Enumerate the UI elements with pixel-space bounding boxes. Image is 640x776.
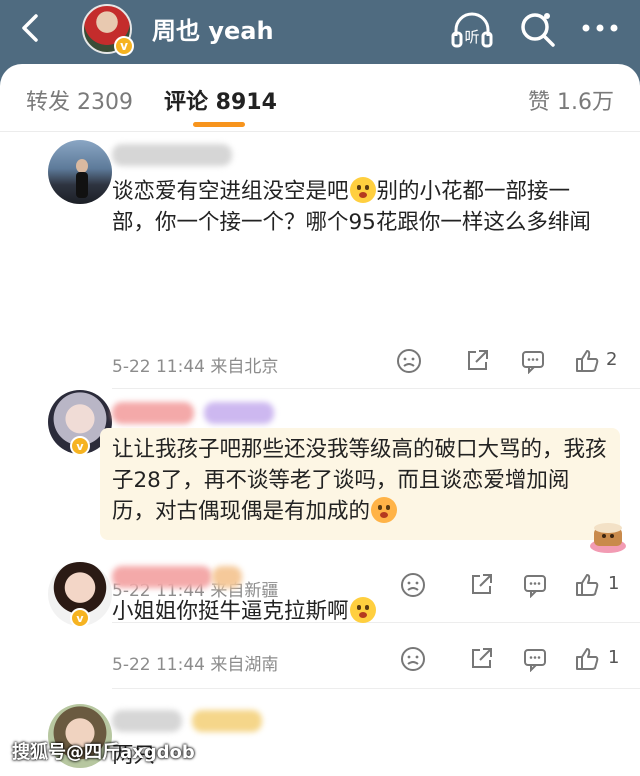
comment-text: 小姐姐你挺牛逼克拉斯啊	[112, 596, 612, 627]
share-icon[interactable]	[468, 646, 496, 674]
verified-badge-icon: v	[70, 608, 90, 628]
divider	[112, 388, 640, 389]
comment-meta: 5-22 11:44 来自湖南	[112, 650, 278, 675]
commenter-name-blurred[interactable]	[112, 402, 194, 424]
cake-sticker-icon	[586, 512, 630, 556]
top-bar: v 周也 yeah 听	[0, 0, 640, 64]
commenter-name-blurred[interactable]	[112, 710, 182, 732]
search-icon[interactable]	[516, 8, 558, 50]
verified-badge-icon: v	[70, 436, 90, 456]
user-badge-blurred	[192, 710, 262, 732]
comment-location: 来自湖南	[210, 655, 279, 675]
shocked-face-emoji-icon	[349, 597, 376, 623]
commenter-name-blurred[interactable]	[112, 566, 212, 588]
back-arrow-icon[interactable]	[14, 10, 50, 46]
user-badge-blurred	[212, 566, 242, 588]
comment-text-part: 让让我孩子吧那些还没我等级高的破口大骂的，我孩子28了，再不谈等老了谈吗，而且谈…	[112, 437, 607, 524]
commenter-avatar[interactable]	[48, 140, 112, 204]
share-icon[interactable]	[464, 348, 492, 376]
comment-actions: 1	[396, 646, 628, 674]
watermark: 搜狐号@四斤axgdob	[12, 742, 195, 763]
reply-comment-icon[interactable]	[520, 348, 548, 376]
author-name[interactable]: 周也 yeah	[152, 11, 274, 46]
comment-text: 让让我孩子吧那些还没我等级高的破口大骂的，我孩子28了，再不谈等老了谈吗，而且谈…	[112, 434, 612, 527]
author-avatar[interactable]: v	[82, 4, 134, 56]
like-count: 1	[608, 573, 620, 594]
verified-badge-icon: v	[114, 36, 134, 56]
tab-repost[interactable]: 转发 2309	[26, 84, 133, 116]
reply-comment-icon[interactable]	[522, 646, 550, 674]
comment-time: 5-22 11:44	[112, 357, 205, 377]
comment-location: 来自北京	[210, 357, 279, 377]
comments-panel: 转发 2309 评论 8914 赞 1.6万 谈恋爱有空进组没空是吧 别的小花都一…	[0, 64, 640, 776]
listen-label: 听	[464, 28, 479, 46]
more-options-icon[interactable]	[578, 10, 622, 46]
like-count: 1	[608, 647, 620, 668]
tab-comment[interactable]: 评论 8914	[164, 84, 277, 116]
divider	[112, 688, 640, 689]
commenter-name-blurred[interactable]	[112, 144, 232, 166]
dislike-face-icon[interactable]	[396, 348, 424, 376]
tab-bar: 转发 2309 评论 8914 赞 1.6万	[0, 64, 640, 132]
comment-text-part: 小姐姐你挺牛逼克拉斯啊	[112, 599, 349, 624]
listen-headphones-icon[interactable]: 听	[450, 10, 494, 50]
comment-time: 5-22 11:44	[112, 655, 205, 675]
active-tab-indicator	[193, 122, 245, 127]
tab-like[interactable]: 赞 1.6万	[528, 84, 614, 116]
thumbs-up-icon[interactable]	[574, 348, 602, 376]
comment-text: 谈恋爱有空进组没空是吧 别的小花都一部接一部，你一个接一个？哪个95花跟你一样这么…	[112, 176, 612, 238]
comment-actions: 2	[396, 348, 628, 376]
comment-text-part: 谈恋爱有空进组没空是吧	[112, 179, 349, 204]
thumbs-up-icon[interactable]	[574, 646, 602, 674]
dislike-face-icon[interactable]	[400, 646, 428, 674]
heart-face-emoji-icon	[371, 497, 398, 523]
user-badge-blurred	[204, 402, 274, 424]
comment-meta: 5-22 11:44 来自北京	[112, 352, 278, 377]
shocked-face-emoji-icon	[349, 177, 376, 203]
like-count: 2	[606, 349, 618, 370]
